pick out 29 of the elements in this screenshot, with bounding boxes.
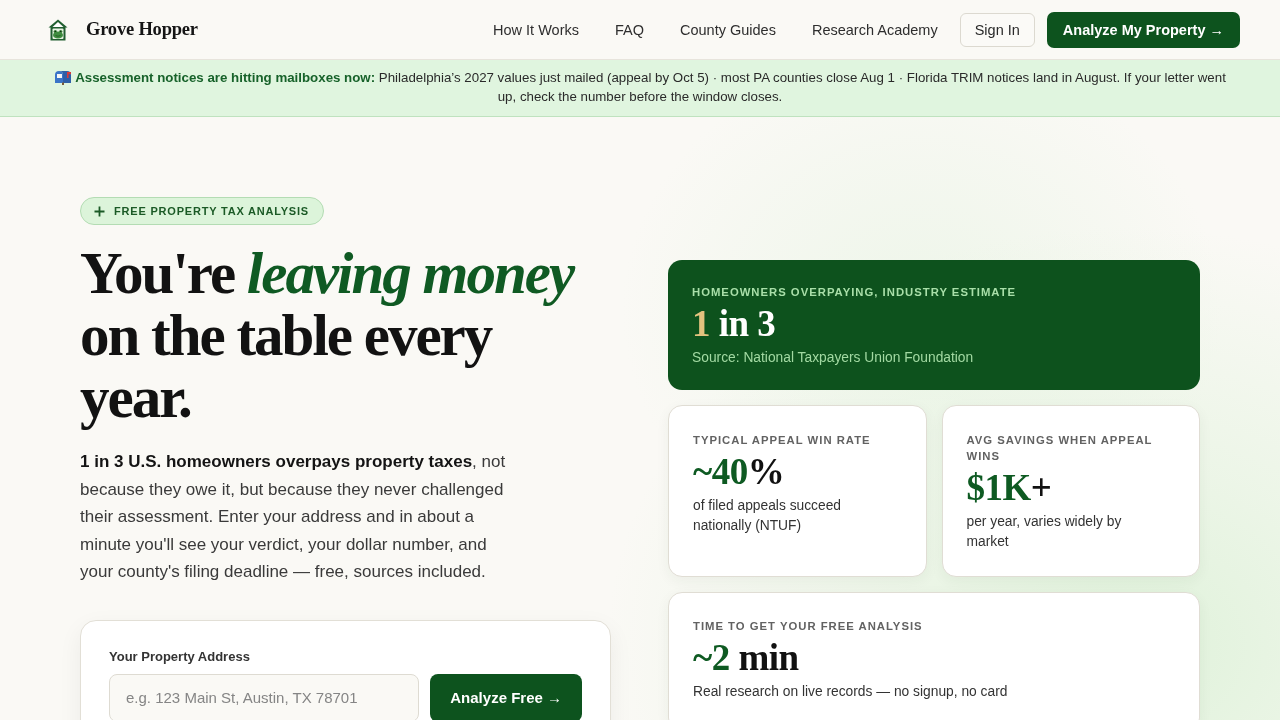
- stat-note: of filed appeals succeed nationally (NTUF): [693, 497, 843, 535]
- nav-link[interactable]: County Guides: [680, 21, 776, 38]
- nav-link[interactable]: How It Works: [493, 21, 579, 38]
- hero-intro-text: 1 in 3 U.S. homeowners overpays property taxes, not because they owe it, but because they never challenged their assessment. Enter your address and in about a minute you'll see your verdict, your dollar number, and your county's filing deadline — free, sources included.: [80, 451, 507, 583]
- nav-link[interactable]: FAQ: [615, 21, 644, 38]
- stat-value: $1K+: [966, 466, 1053, 510]
- stat-note: per year, varies widely by market: [966, 513, 1123, 551]
- notice-text: Assessment notices are hitting mailboxes now: Philadelphia’s 2027 values just mailed (appeal by Oct 5) · most PA counties close Aug 1 · Florida TRIM notices land in August. If your letter went up, check the number before the window closes.: [75, 70, 1226, 104]
- stat-value: 1 in 3: [692, 302, 777, 346]
- stat-label: AVG SAVINGS WHEN APPEAL WINS: [966, 433, 1154, 464]
- brand-name[interactable]: Grove Hopper: [86, 19, 198, 40]
- house-frog-logo-icon: [48, 18, 68, 41]
- analyze-free-button[interactable]: Analyze Free →: [430, 673, 582, 720]
- sign-in-button[interactable]: Sign In: [959, 12, 1035, 47]
- field-label: Your Property Address: [109, 648, 251, 664]
- stat-note: Source: National Taxpayers Union Foundation: [692, 349, 975, 367]
- stat-label: HOMEOWNERS OVERPAYING, INDUSTRY ESTIMATE: [692, 285, 1018, 300]
- address-input-field[interactable]: e.g. 123 Main St, Austin, TX 78701: [109, 673, 420, 720]
- stat-note: Real research on live records — no signup, no card: [693, 683, 1009, 701]
- hero-headline: You're leaving money on the table every year.: [80, 242, 576, 428]
- badge-text: FREE PROPERTY TAX ANALYSIS: [114, 204, 309, 218]
- mailbox-icon: [54, 69, 73, 85]
- nav-link[interactable]: Research Academy: [811, 21, 938, 38]
- plus-icon: [94, 205, 105, 217]
- stat-value: ~40%: [693, 450, 786, 494]
- stat-value: ~2 min: [693, 636, 800, 680]
- analyze-property-button[interactable]: Analyze My Property →: [1046, 11, 1240, 48]
- stat-label: TIME TO GET YOUR FREE ANALYSIS: [693, 619, 924, 634]
- stat-label: TYPICAL APPEAL WIN RATE: [693, 433, 872, 448]
